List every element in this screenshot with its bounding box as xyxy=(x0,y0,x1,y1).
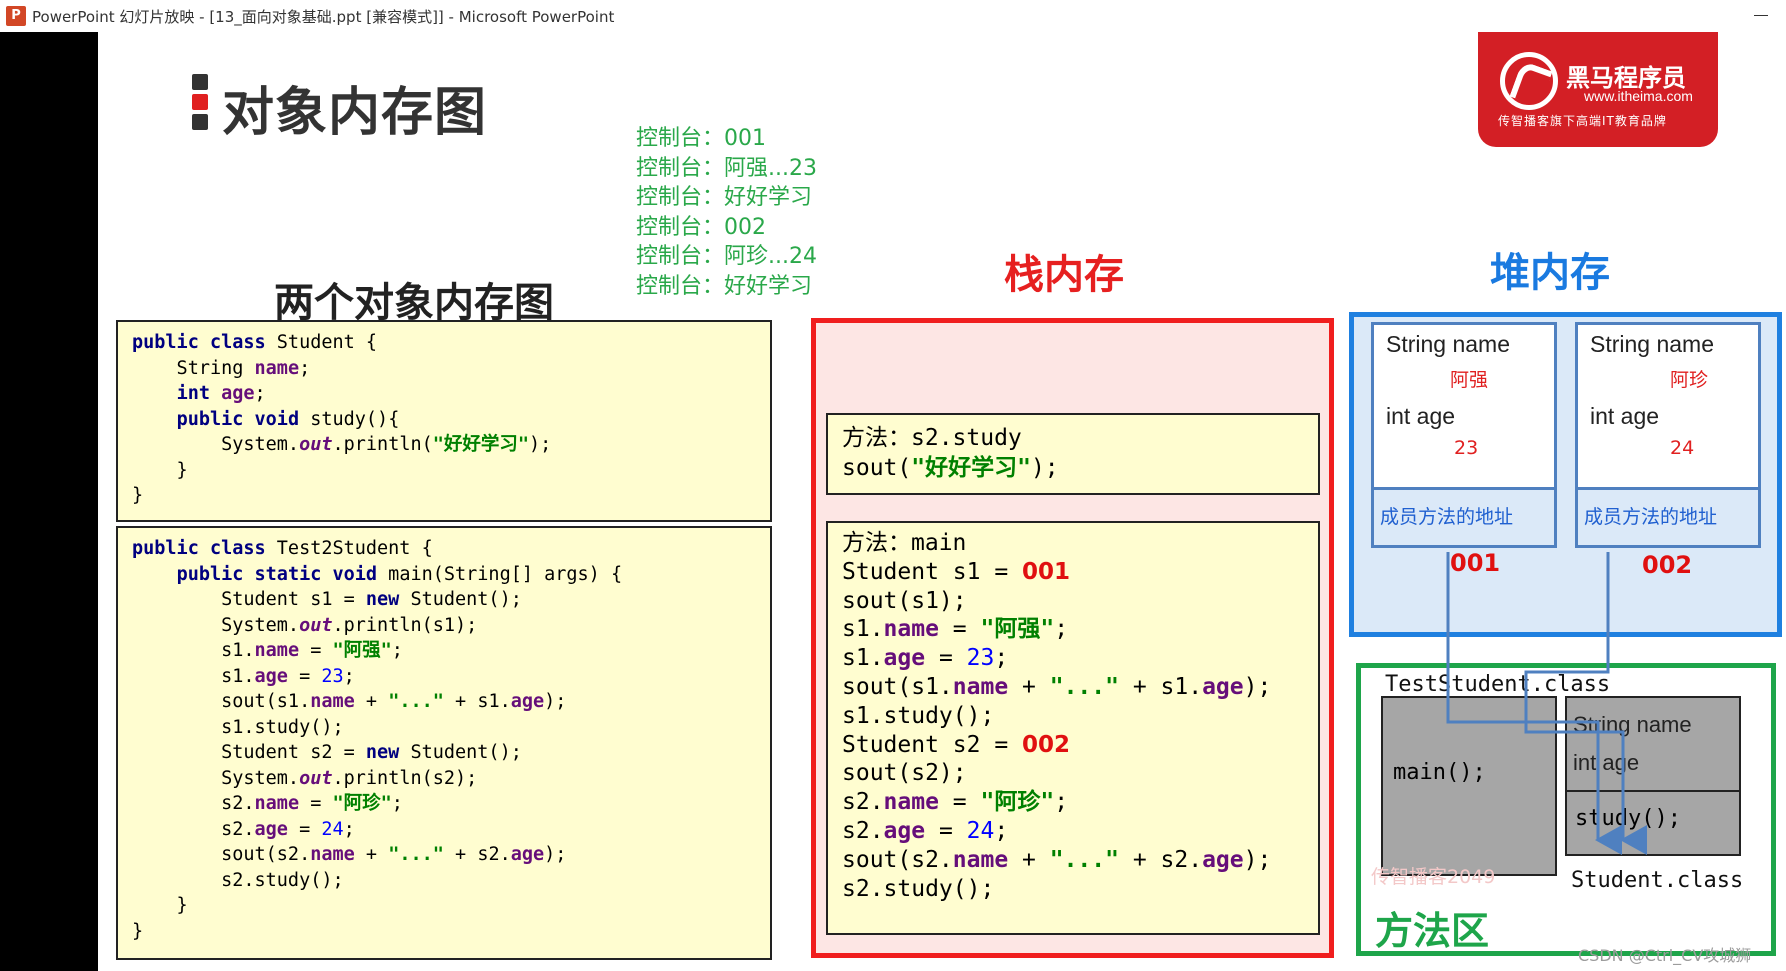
student-fields-block: String name int age xyxy=(1565,696,1741,792)
stack-frame-study: 方法：s2.study sout("好好学习"); xyxy=(826,413,1320,495)
powerpoint-icon: P xyxy=(6,6,26,26)
student-class-label: Student.class xyxy=(1571,868,1744,893)
heap-memory-area: String name 阿强 int age 23 成员方法的地址 String… xyxy=(1349,312,1782,637)
field-name: String name xyxy=(1573,712,1692,737)
console-line: 控制台：好好学习 xyxy=(636,185,813,210)
obj1-name-label: String name xyxy=(1386,331,1511,357)
heap-memory-title: 堆内存 xyxy=(1490,250,1610,296)
obj2-age-label: int age xyxy=(1590,403,1660,429)
obj2-name-value: 阿珍 xyxy=(1670,369,1709,391)
stack-frame-main: 方法：main Student s1 = 001 sout(s1); s1.na… xyxy=(826,521,1320,935)
logo-url: www.itheima.com xyxy=(1584,88,1693,104)
console-line: 控制台：好好学习 xyxy=(636,273,813,299)
itheima-logo: 黑马程序员 www.itheima.com 传智播客旗下高端IT教育品牌 xyxy=(1478,32,1718,147)
window-title: PowerPoint 幻灯片放映 - [13_面向对象基础.ppt [兼容模式]… xyxy=(32,8,615,26)
console-line: 控制台：002 xyxy=(636,214,766,240)
obj1-age-value: 23 xyxy=(1454,437,1479,459)
logo-tagline: 传智播客旗下高端IT教育品牌 xyxy=(1498,114,1667,128)
teststudent-class-label: TestStudent.class xyxy=(1385,672,1611,697)
slide-title: 对象内存图 xyxy=(222,83,488,143)
minimize-button[interactable] xyxy=(1750,4,1772,24)
console-output: 控制台：001 控制台：阿强...23 控制台：好好学习 控制台：002 控制台… xyxy=(636,124,817,301)
slide[interactable]: 对象内存图 黑马程序员 www.itheima.com 传智播客旗下高端IT教育… xyxy=(98,32,1786,971)
obj2-age-value: 24 xyxy=(1670,437,1695,459)
main-method-block: main(); xyxy=(1381,696,1557,876)
frame-study-header: 方法：s2.study xyxy=(842,425,1022,451)
obj2-method-address: 成员方法的地址 xyxy=(1578,487,1758,545)
faint-watermark: 传智播客2049 xyxy=(1371,866,1496,888)
s1-address: 001 xyxy=(1022,558,1071,585)
title-bullet-icon xyxy=(192,74,208,132)
stack-memory-area: 方法：s2.study sout("好好学习"); 方法：main Studen… xyxy=(811,318,1334,958)
heap-object-001: String name 阿强 int age 23 成员方法的地址 xyxy=(1371,322,1557,548)
test-class-code: public class Test2Student { public stati… xyxy=(116,526,772,960)
obj1-age-label: int age xyxy=(1386,403,1456,429)
frame-main-header: 方法：main xyxy=(842,530,967,556)
study-method-block: study(); xyxy=(1565,790,1741,856)
obj1-method-address: 成员方法的地址 xyxy=(1374,487,1554,545)
method-area-title: 方法区 xyxy=(1375,909,1490,953)
horse-logo-icon xyxy=(1500,52,1558,110)
window-title-bar: P PowerPoint 幻灯片放映 - [13_面向对象基础.ppt [兼容模… xyxy=(0,0,1786,32)
heap-object-002: String name 阿珍 int age 24 成员方法的地址 xyxy=(1575,322,1761,548)
stack-memory-title: 栈内存 xyxy=(1004,252,1124,298)
console-line: 控制台：阿强...23 xyxy=(636,155,817,181)
csdn-watermark: CSDN @Ctrl_CV攻城狮 xyxy=(1578,946,1752,965)
obj1-name-value: 阿强 xyxy=(1450,369,1489,391)
field-age: int age xyxy=(1573,750,1640,775)
method-area: TestStudent.class main(); String name in… xyxy=(1356,663,1776,956)
obj2-name-label: String name xyxy=(1590,331,1715,357)
s2-address: 002 xyxy=(1022,731,1071,758)
frame-study-code: sout("好好学习"); xyxy=(842,455,1059,481)
console-line: 控制台：阿珍...24 xyxy=(636,244,817,269)
heap-address-001: 001 xyxy=(1450,549,1501,577)
student-class-code: public class Student { String name; int … xyxy=(116,320,772,522)
heap-address-002: 002 xyxy=(1642,551,1693,579)
console-line: 控制台：001 xyxy=(636,126,766,151)
